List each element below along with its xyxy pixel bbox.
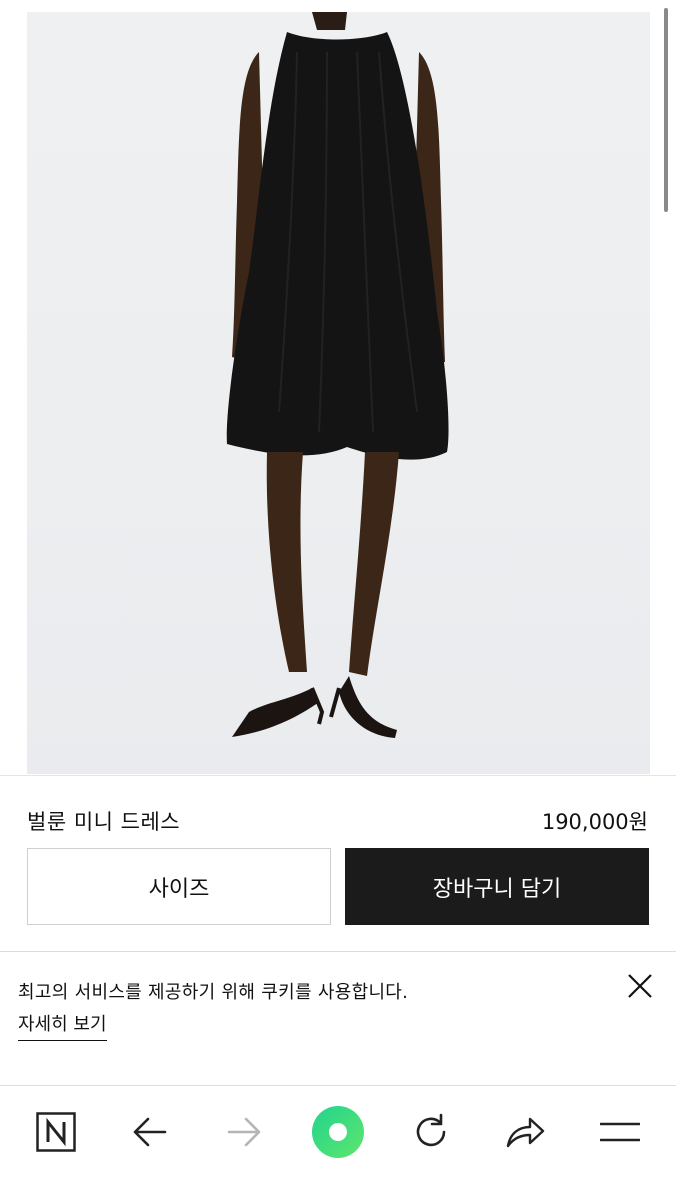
browser-toolbar (0, 1085, 676, 1200)
arrow-right-icon[interactable] (226, 1114, 262, 1150)
page-scrollbar[interactable] (664, 8, 668, 212)
product-info: 벌룬 미니 드레스 190,000원 사이즈 장바구니 담기 (0, 775, 676, 951)
arrow-left-icon[interactable] (132, 1114, 168, 1150)
product-price: 190,000원 (541, 810, 648, 834)
add-to-cart-button[interactable]: 장바구니 담기 (345, 848, 649, 925)
product-image-area (0, 0, 676, 775)
naver-n-icon[interactable] (36, 1112, 76, 1152)
menu-icon[interactable] (599, 1120, 641, 1144)
cookie-banner: 최고의 서비스를 제공하기 위해 쿠키를 사용합니다. 자세히 보기 (0, 951, 676, 1085)
product-name: 벌룬 미니 드레스 (27, 810, 181, 834)
refresh-icon[interactable] (411, 1112, 451, 1152)
green-circle-icon[interactable] (311, 1105, 365, 1159)
size-button-label: 사이즈 (148, 876, 210, 902)
close-icon[interactable] (626, 972, 654, 1000)
add-to-cart-label: 장바구니 담기 (432, 876, 562, 902)
size-button[interactable]: 사이즈 (27, 848, 331, 925)
model-figure-illustration (226, 12, 449, 738)
cookie-message: 최고의 서비스를 제공하기 위해 쿠키를 사용합니다. (18, 982, 409, 1003)
product-page: 벌룬 미니 드레스 190,000원 사이즈 장바구니 담기 최고의 서비스를 … (0, 0, 676, 1200)
product-photo[interactable] (27, 12, 650, 774)
share-icon[interactable] (504, 1112, 546, 1152)
cookie-details-link[interactable]: 자세히 보기 (18, 1010, 107, 1041)
